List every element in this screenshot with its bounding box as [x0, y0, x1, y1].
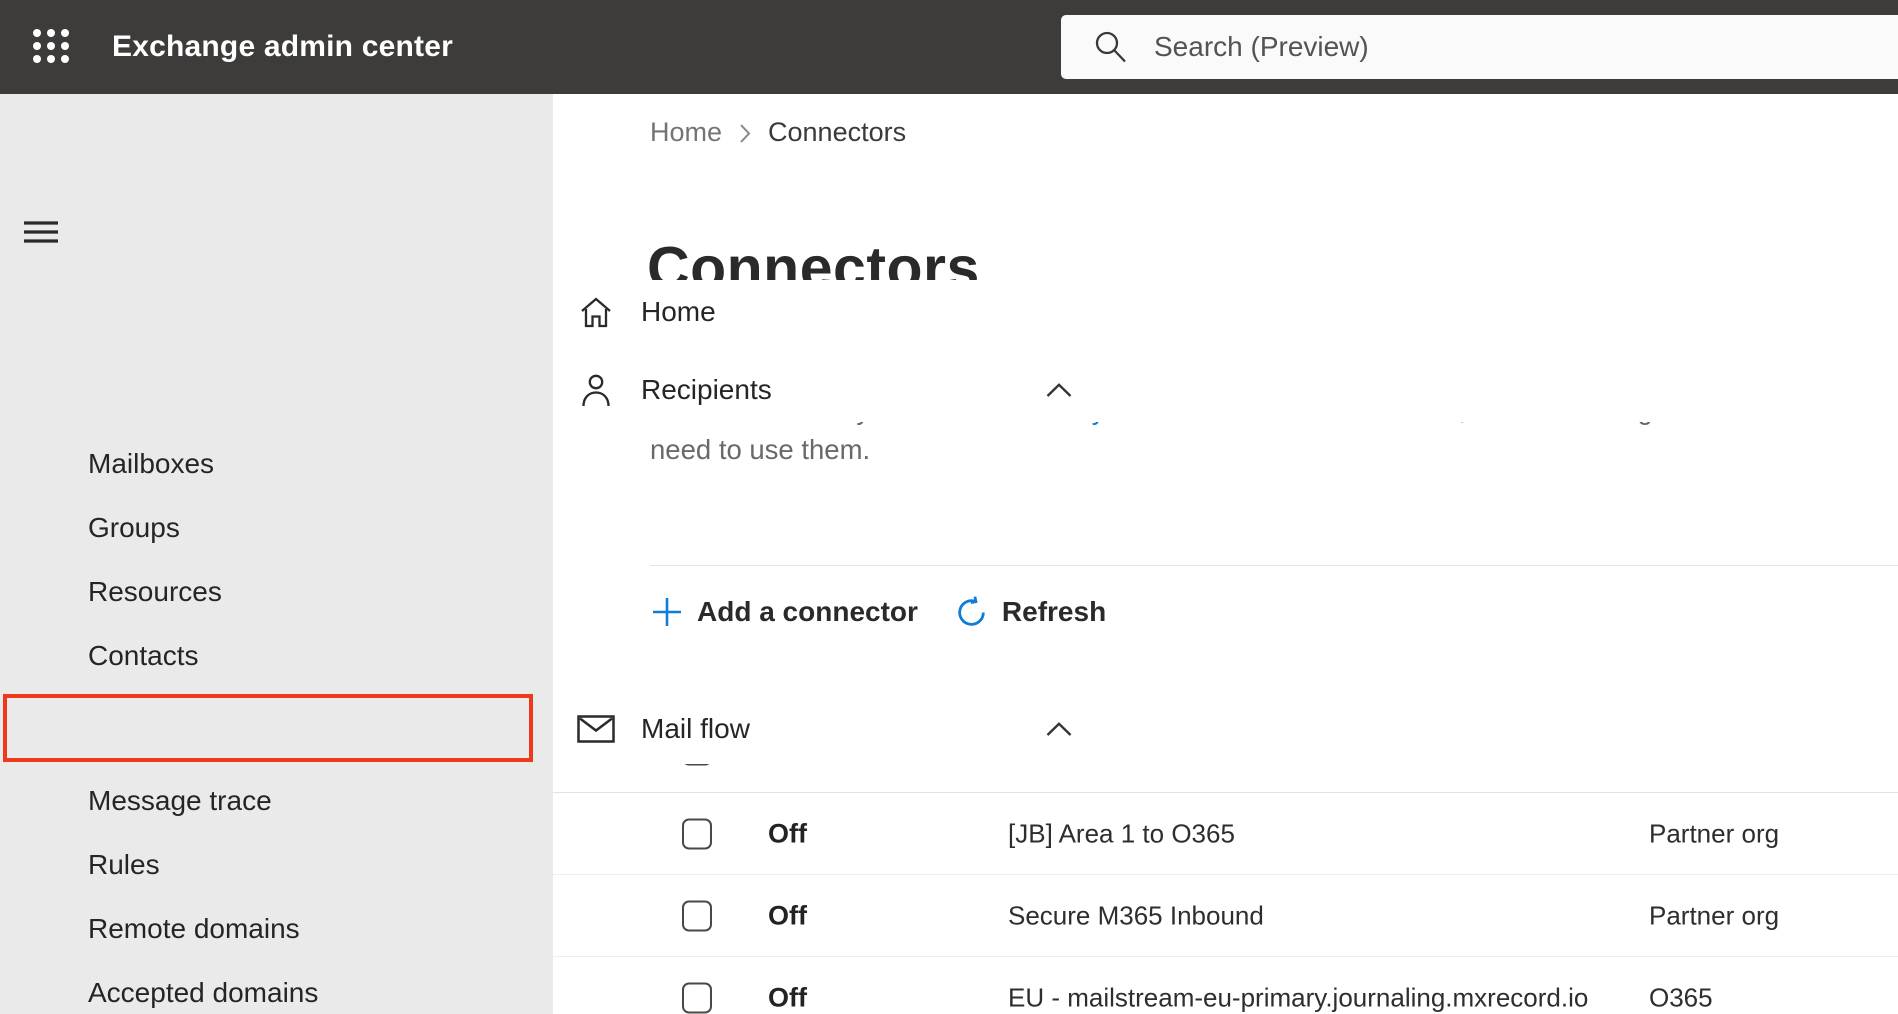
sidebar-item-label: Recipients — [641, 374, 772, 405]
hamburger-icon — [23, 219, 59, 245]
search-input[interactable] — [1154, 31, 1898, 63]
status-cell: Off — [768, 982, 807, 1012]
chevron-right-icon — [737, 121, 753, 146]
main-content: Home Connectors Connectors Connectors he… — [553, 94, 1898, 1014]
row-checkbox[interactable] — [682, 818, 712, 849]
table-row[interactable]: Off [JB] Area 1 to O365 Partner org — [553, 793, 1898, 875]
sidebar-item-label: Resources — [88, 576, 222, 607]
add-connector-button[interactable]: Add a connector — [650, 595, 918, 629]
search-box — [1061, 15, 1898, 79]
app-title: Exchange admin center — [112, 30, 453, 63]
refresh-label: Refresh — [1001, 596, 1107, 627]
sidebar-item-home[interactable]: Home — [553, 280, 1898, 344]
app-launcher-button[interactable] — [18, 13, 84, 79]
refresh-button[interactable]: Refresh — [954, 595, 1106, 630]
sidebar-item-resources[interactable]: Resources — [0, 560, 553, 624]
waffle-icon — [29, 24, 73, 68]
from-cell: Partner org — [1649, 900, 1780, 930]
status-cell: Off — [768, 900, 807, 930]
chevron-up-icon — [1045, 721, 1073, 737]
add-connector-label: Add a connector — [697, 596, 918, 627]
annotation-box-mail-flow — [3, 694, 533, 762]
sidebar-item-message-trace[interactable]: Message trace — [0, 769, 553, 833]
description-line: need to use them. — [650, 434, 871, 465]
breadcrumb-current: Connectors — [768, 116, 907, 147]
row-checkbox[interactable] — [682, 982, 712, 1013]
sidebar-item-recipients[interactable]: Recipients — [553, 358, 1898, 422]
row-checkbox[interactable] — [682, 900, 712, 931]
from-cell: Partner org — [1649, 818, 1780, 848]
chevron-up-icon — [1045, 382, 1073, 398]
mail-icon — [577, 715, 615, 743]
person-icon — [577, 372, 615, 408]
breadcrumb: Home Connectors — [650, 114, 906, 150]
name-cell: Secure M365 Inbound — [1008, 900, 1264, 930]
sidebar-item-mailboxes[interactable]: Mailboxes — [0, 432, 553, 496]
sidebar-item-label: Mail flow — [641, 713, 750, 744]
sidebar-item-label: Groups — [88, 512, 180, 543]
breadcrumb-home-link[interactable]: Home — [650, 117, 722, 148]
home-icon — [577, 295, 615, 329]
plus-icon — [650, 595, 684, 629]
sidebar-item-label: Contacts — [88, 640, 199, 671]
table-row[interactable]: Off Secure M365 Inbound Partner org — [553, 875, 1898, 957]
sidebar-item-rules[interactable]: Rules — [0, 833, 553, 897]
table-row[interactable]: Off EU - mailstream-eu-primary.journaling… — [553, 957, 1898, 1014]
refresh-icon — [954, 595, 989, 630]
sidebar-item-contacts[interactable]: Contacts — [0, 624, 553, 688]
status-cell: Off — [768, 818, 807, 848]
sidebar-item-mail-flow[interactable]: Mail flow — [553, 694, 1898, 764]
sidebar-item-label: Message trace — [88, 785, 272, 816]
sidebar-item-label: Remote domains — [88, 913, 300, 944]
menu-toggle-button[interactable] — [23, 207, 63, 257]
from-cell: O365 — [1649, 982, 1713, 1012]
sidebar-item-label: Mailboxes — [88, 448, 215, 479]
name-cell: [JB] Area 1 to O365 — [1008, 818, 1235, 848]
name-cell: EU - mailstream-eu-primary.journaling.mx… — [1008, 982, 1589, 1012]
toolbar: Add a connector Refresh — [650, 584, 1106, 640]
sidebar-item-accepted-domains[interactable]: Accepted domains — [0, 961, 553, 1014]
sidebar-item-groups[interactable]: Groups — [0, 496, 553, 560]
sidebar-item-remote-domains[interactable]: Remote domains — [0, 897, 553, 961]
toolbar-divider — [650, 565, 1898, 566]
sidebar-nav: Home Recipients Mailboxes Groups Resources Co… — [0, 94, 1898, 1014]
sidebar-item-label: Accepted domains — [88, 977, 319, 1008]
sidebar-item-label: Rules — [88, 849, 160, 880]
search-icon — [1092, 29, 1128, 65]
sidebar-item-label: Home — [641, 296, 716, 327]
top-bar: Exchange admin center — [0, 0, 1898, 94]
